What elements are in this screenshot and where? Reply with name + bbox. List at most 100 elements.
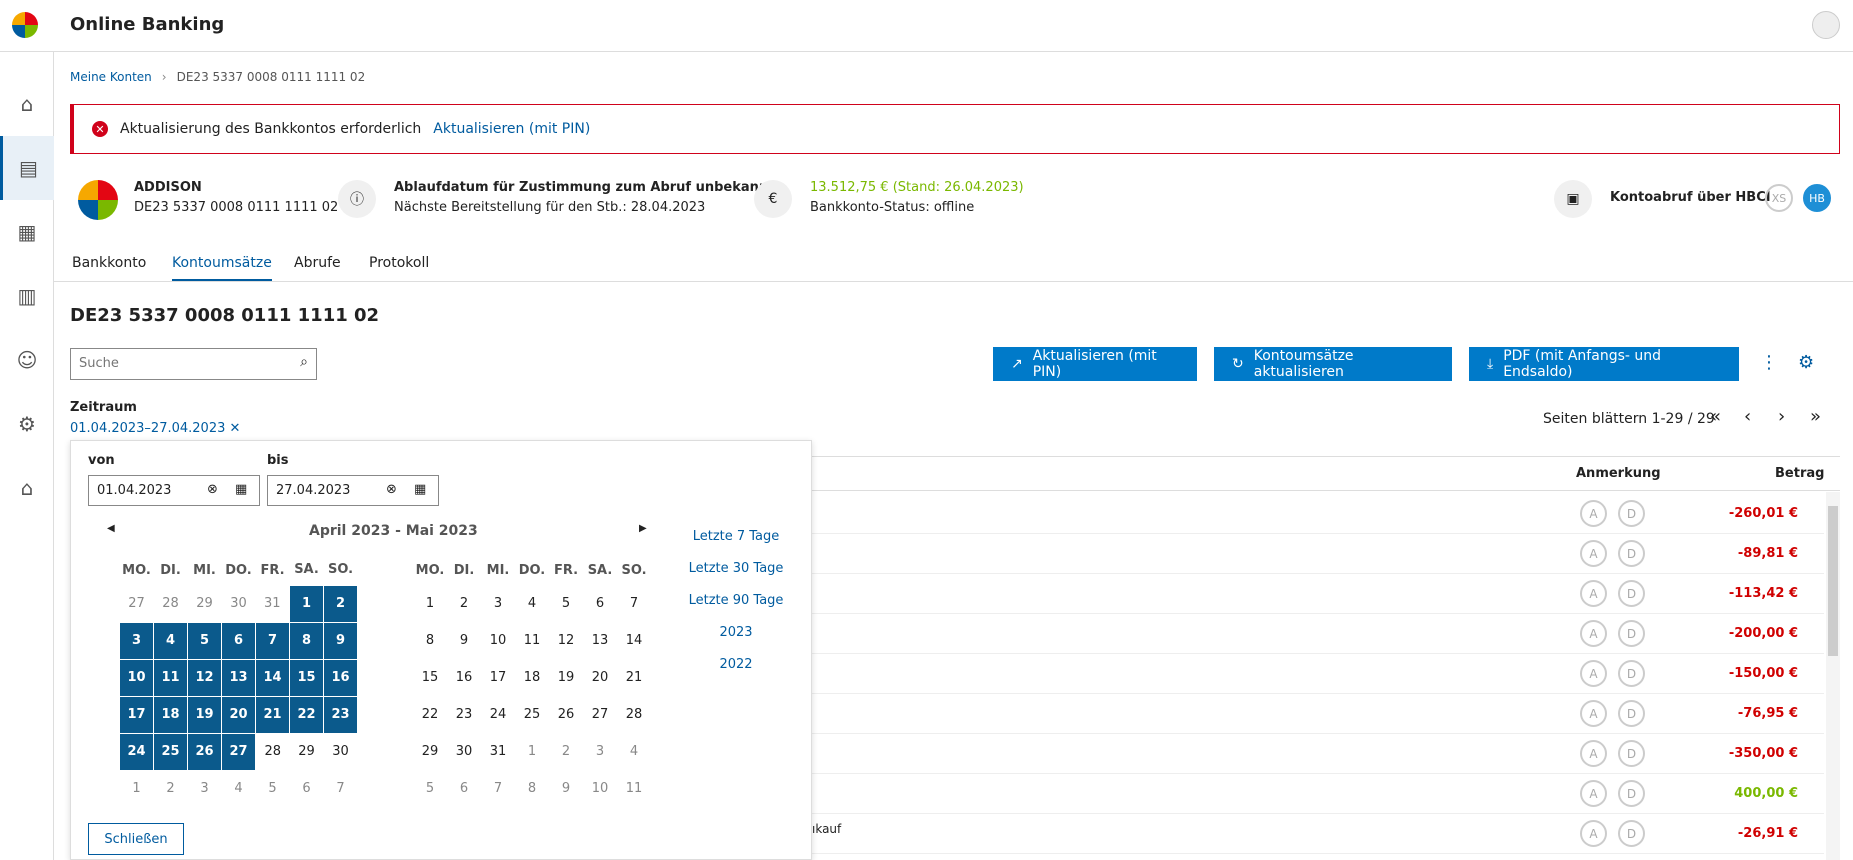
- calendar-day[interactable]: 9: [323, 621, 358, 660]
- annotation-a-button[interactable]: A: [1580, 580, 1607, 607]
- calendar-day[interactable]: 10: [583, 770, 617, 807]
- calendar-day[interactable]: 11: [617, 770, 651, 807]
- calendar-day[interactable]: 16: [447, 659, 481, 696]
- update-pin-button[interactable]: ↗ Aktualisieren (mit PIN): [993, 347, 1197, 381]
- annotation-a-button[interactable]: A: [1580, 540, 1607, 567]
- calendar-day[interactable]: 19: [187, 695, 222, 734]
- calendar-day[interactable]: 12: [187, 658, 222, 697]
- next-month-icon[interactable]: ▶: [639, 523, 647, 534]
- calendar-day[interactable]: 15: [413, 659, 447, 696]
- calendar-day[interactable]: 23: [323, 695, 358, 734]
- calendar-day[interactable]: 13: [221, 658, 256, 697]
- tab-protokoll[interactable]: Protokoll: [369, 255, 429, 271]
- invoice-icon[interactable]: ▦: [0, 200, 54, 264]
- tab-abrufe[interactable]: Abrufe: [294, 255, 341, 271]
- table-row[interactable]: A D -150,00 €: [812, 654, 1824, 694]
- annotation-d-button[interactable]: D: [1618, 580, 1645, 607]
- tab-kontoumsaetze[interactable]: Kontoumsätze: [172, 255, 272, 281]
- quick-range-link[interactable]: Letzte 90 Tage: [676, 585, 796, 617]
- calendar-day[interactable]: 14: [617, 622, 651, 659]
- calendar-day[interactable]: 25: [153, 732, 188, 771]
- calendar-day[interactable]: 7: [481, 770, 515, 807]
- calendar-day[interactable]: 7: [617, 585, 651, 622]
- calendar-day[interactable]: 22: [289, 695, 324, 734]
- calendar-day[interactable]: 19: [549, 659, 583, 696]
- calendar-day[interactable]: 8: [413, 622, 447, 659]
- calendar-day[interactable]: 1: [413, 585, 447, 622]
- calendar-day[interactable]: 17: [119, 695, 154, 734]
- prev-month-icon[interactable]: ◀: [107, 523, 115, 534]
- calendar-day[interactable]: 24: [119, 732, 154, 771]
- badge-xs[interactable]: XS: [1765, 184, 1793, 212]
- gear-icon[interactable]: ⚙: [0, 392, 54, 456]
- clear-from-icon[interactable]: ⊗: [207, 482, 218, 497]
- annotation-d-button[interactable]: D: [1618, 780, 1645, 807]
- annotation-d-button[interactable]: D: [1618, 540, 1645, 567]
- close-button[interactable]: Schließen: [88, 823, 184, 855]
- from-field[interactable]: 01.04.2023 ⊗ ▦: [88, 475, 260, 506]
- calendar-day[interactable]: 5: [549, 585, 583, 622]
- tab-bankkonto[interactable]: Bankkonto: [72, 255, 146, 271]
- calendar-day[interactable]: 26: [187, 732, 222, 771]
- calendar-day[interactable]: 3: [188, 770, 222, 807]
- calendar-day[interactable]: 5: [413, 770, 447, 807]
- annotation-d-button[interactable]: D: [1618, 620, 1645, 647]
- table-row[interactable]: A D -260,01 €: [812, 494, 1824, 534]
- pdf-button[interactable]: ⤓ PDF (mit Anfangs- und Endsaldo): [1469, 347, 1739, 381]
- calendar-day[interactable]: 7: [324, 770, 358, 807]
- calendar-day[interactable]: 10: [481, 622, 515, 659]
- calendar-day[interactable]: 27: [120, 585, 154, 622]
- prev-page-icon[interactable]: ‹: [1744, 406, 1751, 427]
- calendar-day[interactable]: 4: [153, 621, 188, 660]
- bank-icon[interactable]: ⌂: [0, 456, 54, 520]
- calendar-day[interactable]: 26: [549, 696, 583, 733]
- breadcrumb-root[interactable]: Meine Konten: [70, 70, 152, 84]
- user-icon[interactable]: [1812, 11, 1840, 39]
- calendar-day[interactable]: 6: [447, 770, 481, 807]
- calendar-day[interactable]: 1: [515, 733, 549, 770]
- calendar-day[interactable]: 13: [583, 622, 617, 659]
- next-page-icon[interactable]: ›: [1778, 406, 1785, 427]
- search-icon[interactable]: ⌕: [300, 354, 308, 370]
- calendar-day[interactable]: 7: [255, 621, 290, 660]
- scrollbar[interactable]: [1826, 492, 1840, 860]
- calendar-day[interactable]: 25: [515, 696, 549, 733]
- calendar-day[interactable]: 30: [447, 733, 481, 770]
- calendar-day[interactable]: 17: [481, 659, 515, 696]
- calendar-day[interactable]: 29: [290, 733, 324, 770]
- calendar-day[interactable]: 22: [413, 696, 447, 733]
- quick-range-link[interactable]: 2022: [676, 649, 796, 681]
- calendar-day[interactable]: 21: [617, 659, 651, 696]
- calendar-day[interactable]: 9: [447, 622, 481, 659]
- clear-icon[interactable]: ✕: [230, 421, 241, 436]
- annotation-d-button[interactable]: D: [1618, 740, 1645, 767]
- calendar-day[interactable]: 27: [221, 732, 256, 771]
- calendar-day[interactable]: 1: [120, 770, 154, 807]
- last-page-icon[interactable]: »: [1810, 406, 1821, 427]
- app-logo[interactable]: [12, 12, 38, 38]
- calendar-day[interactable]: 29: [188, 585, 222, 622]
- calendar-day[interactable]: 4: [617, 733, 651, 770]
- calendar-day[interactable]: 3: [119, 621, 154, 660]
- annotation-a-button[interactable]: A: [1580, 780, 1607, 807]
- more-vertical-icon[interactable]: ⋮: [1760, 352, 1778, 373]
- annotation-d-button[interactable]: D: [1618, 700, 1645, 727]
- calendar-day[interactable]: 23: [447, 696, 481, 733]
- calendar-day[interactable]: 15: [289, 658, 324, 697]
- table-row[interactable]: A D -200,00 €: [812, 614, 1824, 654]
- calendar-day[interactable]: 2: [323, 584, 358, 623]
- calendar-day[interactable]: 28: [154, 585, 188, 622]
- table-row[interactable]: A D 400,00 €: [812, 774, 1824, 814]
- calendar-day[interactable]: 31: [481, 733, 515, 770]
- scrollbar-thumb[interactable]: [1828, 506, 1838, 656]
- annotation-a-button[interactable]: A: [1580, 700, 1607, 727]
- calendar-day[interactable]: 10: [119, 658, 154, 697]
- calendar-day[interactable]: 1: [289, 584, 324, 623]
- calendar-day[interactable]: 8: [289, 621, 324, 660]
- clear-to-icon[interactable]: ⊗: [386, 482, 397, 497]
- annotation-a-button[interactable]: A: [1580, 660, 1607, 687]
- calendar-day[interactable]: 8: [515, 770, 549, 807]
- search-input[interactable]: [79, 349, 279, 377]
- calendar-day[interactable]: 4: [222, 770, 256, 807]
- calendar-day[interactable]: 11: [515, 622, 549, 659]
